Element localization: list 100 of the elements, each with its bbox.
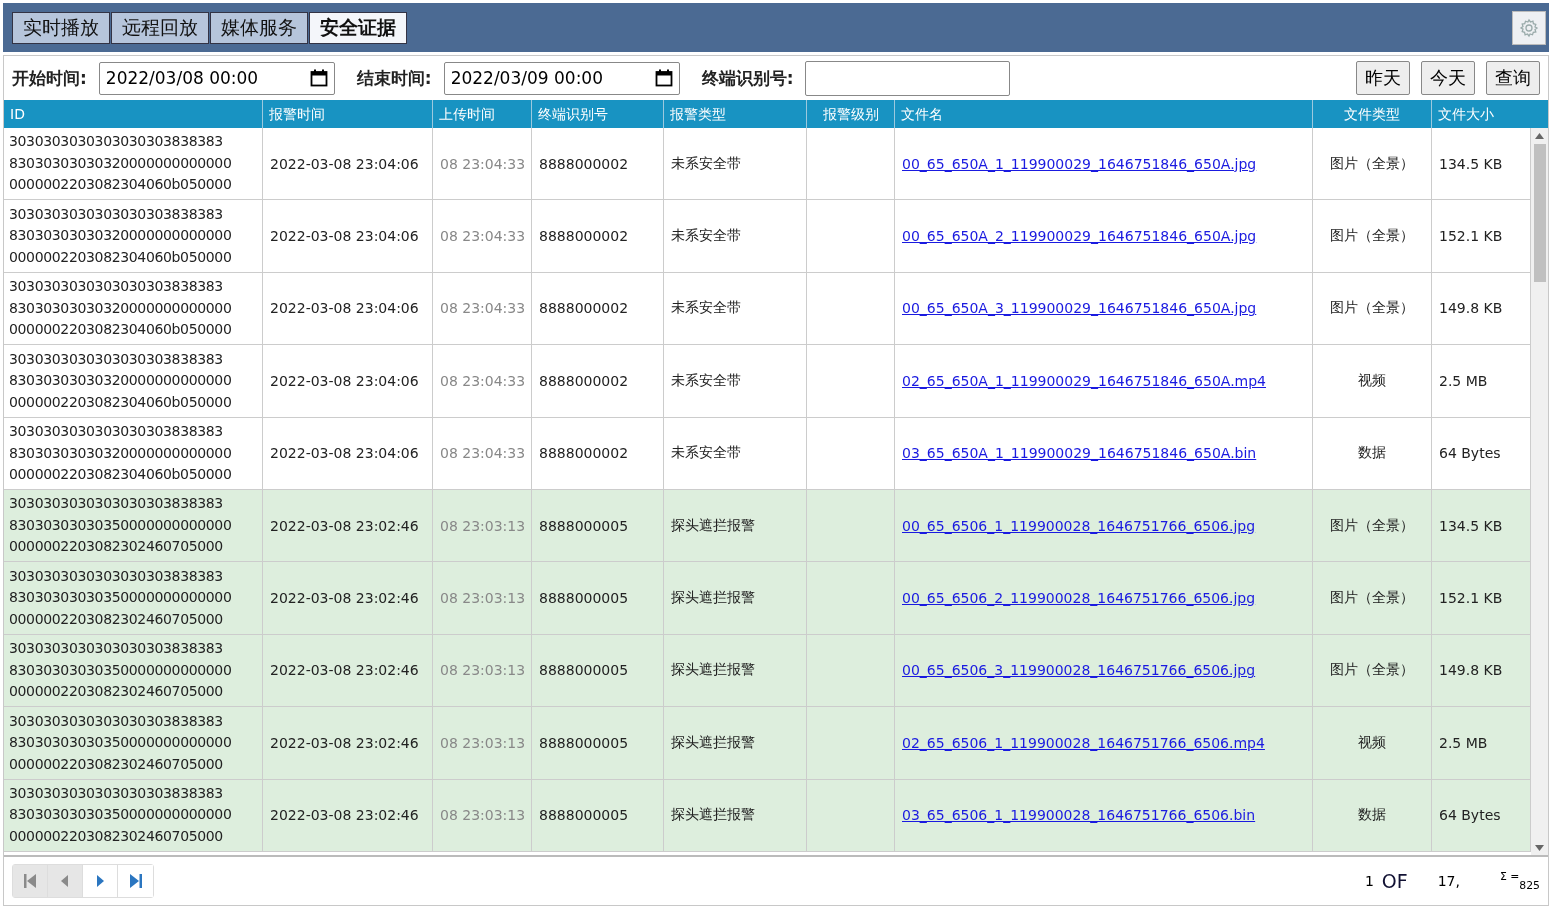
tab[interactable]: 媒体服务	[210, 11, 308, 44]
calendar-icon	[309, 69, 328, 87]
terminal-id-label: 终端识别号:	[701, 66, 794, 90]
scrollbar-thumb[interactable]	[1533, 144, 1546, 282]
file-link[interactable]: 00_65_650A_3_119900029_1646751846_650A.jpg	[902, 300, 1257, 317]
start-time-label: 开始时间:	[12, 66, 87, 90]
table-row[interactable]: 3030303030303030303838383 83030303030350000000000000 0000002203082302460705000 2022-03-08 23:02:46 08 23:03:13 8888000005 探头遮拦报警 03_65_6506_1_119900028_1646751766_6506.bin 数据 64 Bytes	[4, 779, 1531, 852]
table-cell: 3030303030303030303838383 83030303030350000000000000 0000002203082302460705000	[4, 707, 263, 779]
left-triangle-icon	[61, 875, 69, 887]
table-cell: 图片（全景）	[1313, 634, 1432, 707]
table-row[interactable]: 3030303030303030303838383 83030303030350000000000000 0000002203082302460705000 2022-03-08 23:02:46 08 23:03:13 8888000005 探头遮拦报警 00_65_6506_1_119900028_1646751766_6506.jpg 图片（全景） 134.5 KB	[4, 489, 1531, 563]
toolbar-button[interactable]: 查询	[1486, 61, 1540, 95]
table-row[interactable]: 3030303030303030303838383 83030303030320000000000000 0000002203082304060b050000 2022-03-08 23:04:06 08 23:04:33 8888000002 未系安全带 02_65_650A_1_119900029_1646751846_650A.mp4 视频 2.5 MB	[4, 345, 1531, 418]
table-cell: 数据	[1313, 417, 1432, 489]
file-link[interactable]: 02_65_650A_1_119900029_1646751846_650A.mp4	[902, 372, 1266, 389]
table-cell: 3030303030303030303838383 83030303030350000000000000 0000002203082302460705000	[4, 779, 263, 851]
table-cell: 图片（全景）	[1313, 272, 1432, 345]
file-link[interactable]: 00_65_6506_3_119900028_1646751766_6506.jpg	[902, 662, 1256, 679]
page-count: 17,	[1437, 873, 1460, 889]
table-cell: 08 23:04:33	[433, 272, 532, 345]
table-cell: 8888000002	[532, 200, 664, 272]
settings-icon	[1519, 17, 1539, 38]
table-cell: 探头遮拦报警	[664, 634, 807, 707]
file-link[interactable]: 03_65_6506_1_119900028_1646751766_6506.bin	[902, 807, 1256, 824]
table-row[interactable]: 3030303030303030303838383 83030303030350000000000000 0000002203082302460705000 2022-03-08 23:02:46 08 23:03:13 8888000005 探头遮拦报警 00_65_6506_3_119900028_1646751766_6506.jpg 图片（全景） 149.8 KB	[4, 634, 1531, 708]
table-row[interactable]: 3030303030303030303838383 83030303030320000000000000 0000002203082304060b050000 2022-03-08 23:04:06 08 23:04:33 8888000002 未系安全带 03_65_650A_1_119900029_1646751846_650A.bin 数据 64 Bytes	[4, 417, 1531, 490]
up-arrow-icon	[1535, 133, 1544, 139]
table-cell: 8888000005	[532, 489, 664, 562]
table-cell: 未系安全带	[664, 200, 807, 272]
table-cell: 探头遮拦报警	[664, 707, 807, 779]
tab[interactable]: 安全证据	[309, 11, 407, 44]
right-triangle-icon	[96, 875, 104, 887]
skip-back-icon	[23, 874, 37, 888]
table-cell: 3030303030303030303838383 83030303030320000000000000 0000002203082304060b050000	[4, 417, 263, 489]
start-time-field[interactable]: 2022/03/08 00:00	[98, 61, 335, 95]
table-cell: 08 23:03:13	[433, 707, 532, 779]
table-cell: 视频	[1313, 345, 1432, 417]
table-cell: 未系安全带	[664, 417, 807, 489]
toolbar-button[interactable]: 今天	[1421, 61, 1475, 95]
table-cell: 2022-03-08 23:04:06	[263, 345, 433, 417]
table-cell: 探头遮拦报警	[664, 562, 807, 634]
tab[interactable]: 远程回放	[111, 11, 209, 44]
table-cell: 8888000005	[532, 562, 664, 634]
end-time-label: 结束时间:	[356, 66, 432, 90]
table-cell: 08 23:04:33	[433, 200, 532, 272]
table-cell: 08 23:04:33	[433, 417, 532, 489]
file-link[interactable]: 00_65_6506_2_119900028_1646751766_6506.jpg	[902, 590, 1256, 607]
table-cell: 2022-03-08 23:02:46	[263, 707, 433, 779]
table-cell: 08 23:03:13	[433, 634, 532, 707]
table-cell: 3030303030303030303838383 83030303030320000000000000 0000002203082304060b050000	[4, 128, 263, 200]
table-cell: 3030303030303030303838383 83030303030320000000000000 0000002203082304060b050000	[4, 272, 263, 345]
end-time-field[interactable]: 2022/03/09 00:00	[443, 61, 680, 95]
table-cell: 3030303030303030303838383 83030303030320000000000000 0000002203082304060b050000	[4, 200, 263, 272]
file-link[interactable]: 00_65_650A_1_119900029_1646751846_650A.jpg	[902, 155, 1257, 172]
of-label: OF	[1381, 870, 1408, 892]
table-row[interactable]: 3030303030303030303838383 83030303030320000000000000 0000002203082304060b050000 2022-03-08 23:04:06 08 23:04:33 8888000002 未系安全带 00_65_650A_1_119900029_1646751846_650A.jpg 图片（全景） 134.5 KB	[4, 128, 1531, 201]
table-row[interactable]: 3030303030303030303838383 83030303030350000000000000 0000002203082302460705000 2022-03-08 23:02:46 08 23:03:13 8888000005 探头遮拦报警 00_65_6506_2_119900028_1646751766_6506.jpg 图片（全景） 152.1 KB	[4, 562, 1531, 635]
table-cell: 图片（全景）	[1313, 128, 1432, 200]
table-cell: 未系安全带	[664, 345, 807, 417]
scrollbar[interactable]	[1531, 128, 1548, 855]
table-cell: 3030303030303030303838383 83030303030350000000000000 0000002203082302460705000	[4, 489, 263, 562]
file-link[interactable]: 00_65_650A_2_119900029_1646751846_650A.jpg	[902, 228, 1257, 245]
file-link[interactable]: 02_65_6506_1_119900028_1646751766_6506.mp4	[902, 734, 1265, 751]
table-cell: 8888000005	[532, 707, 664, 779]
table-cell: 图片（全景）	[1313, 562, 1432, 634]
table-cell: 未系安全带	[664, 128, 807, 200]
table-cell: 2022-03-08 23:02:46	[263, 634, 433, 707]
table-cell: 8888000002	[532, 272, 664, 345]
table-cell: 3030303030303030303838383 83030303030350000000000000 0000002203082302460705000	[4, 634, 263, 707]
calendar-icon	[654, 69, 673, 87]
table-row[interactable]: 3030303030303030303838383 83030303030320000000000000 0000002203082304060b050000 2022-03-08 23:04:06 08 23:04:33 8888000002 未系安全带 00_65_650A_3_119900029_1646751846_650A.jpg 图片（全景） 149.8 KB	[4, 272, 1531, 346]
down-arrow-icon	[1535, 845, 1544, 851]
toolbar-button[interactable]: 昨天	[1356, 61, 1410, 95]
table-cell: 8888000002	[532, 345, 664, 417]
terminal-id-field[interactable]	[805, 60, 1011, 96]
table-cell: 图片（全景）	[1313, 200, 1432, 272]
tab[interactable]: 实时播放	[12, 11, 110, 44]
table-cell: 8888000002	[532, 417, 664, 489]
file-link[interactable]: 00_65_6506_1_119900028_1646751766_6506.jpg	[902, 517, 1256, 534]
file-link[interactable]: 03_65_650A_1_119900029_1646751846_650A.bin	[902, 445, 1257, 462]
table-cell: 08 23:04:33	[433, 345, 532, 417]
table-cell: 未系安全带	[664, 272, 807, 345]
table-cell: 2022-03-08 23:04:06	[263, 128, 433, 200]
table-cell: 8888000002	[532, 128, 664, 200]
table-cell: 8888000005	[532, 779, 664, 851]
skip-forward-icon	[128, 874, 143, 888]
settings-button[interactable]	[1512, 10, 1546, 45]
page-number: 1	[1364, 873, 1374, 889]
table-cell: 2022-03-08 23:02:46	[263, 562, 433, 634]
table-cell: 2022-03-08 23:04:06	[263, 417, 433, 489]
table-cell: 2022-03-08 23:02:46	[263, 489, 433, 562]
table-row[interactable]: 3030303030303030303838383 83030303030350000000000000 0000002203082302460705000 2022-03-08 23:02:46 08 23:03:13 8888000005 探头遮拦报警 02_65_6506_1_119900028_1646751766_6506.mp4 视频 2.5 MB	[4, 707, 1531, 780]
table-cell: 视频	[1313, 707, 1432, 779]
column-header[interactable]: 文件大小	[1432, 100, 1548, 128]
table-cell: 探头遮拦报警	[664, 489, 807, 562]
table-cell: 08 23:03:13	[433, 562, 532, 634]
table-cell: 2022-03-08 23:04:06	[263, 200, 433, 272]
table-cell: 图片（全景）	[1313, 489, 1432, 562]
table-cell: 3030303030303030303838383 83030303030350000000000000 0000002203082302460705000	[4, 562, 263, 634]
table-row[interactable]: 3030303030303030303838383 83030303030320000000000000 0000002203082304060b050000 2022-03-08 23:04:06 08 23:04:33 8888000002 未系安全带 00_65_650A_2_119900029_1646751846_650A.jpg 图片（全景） 152.1 KB	[4, 200, 1531, 273]
